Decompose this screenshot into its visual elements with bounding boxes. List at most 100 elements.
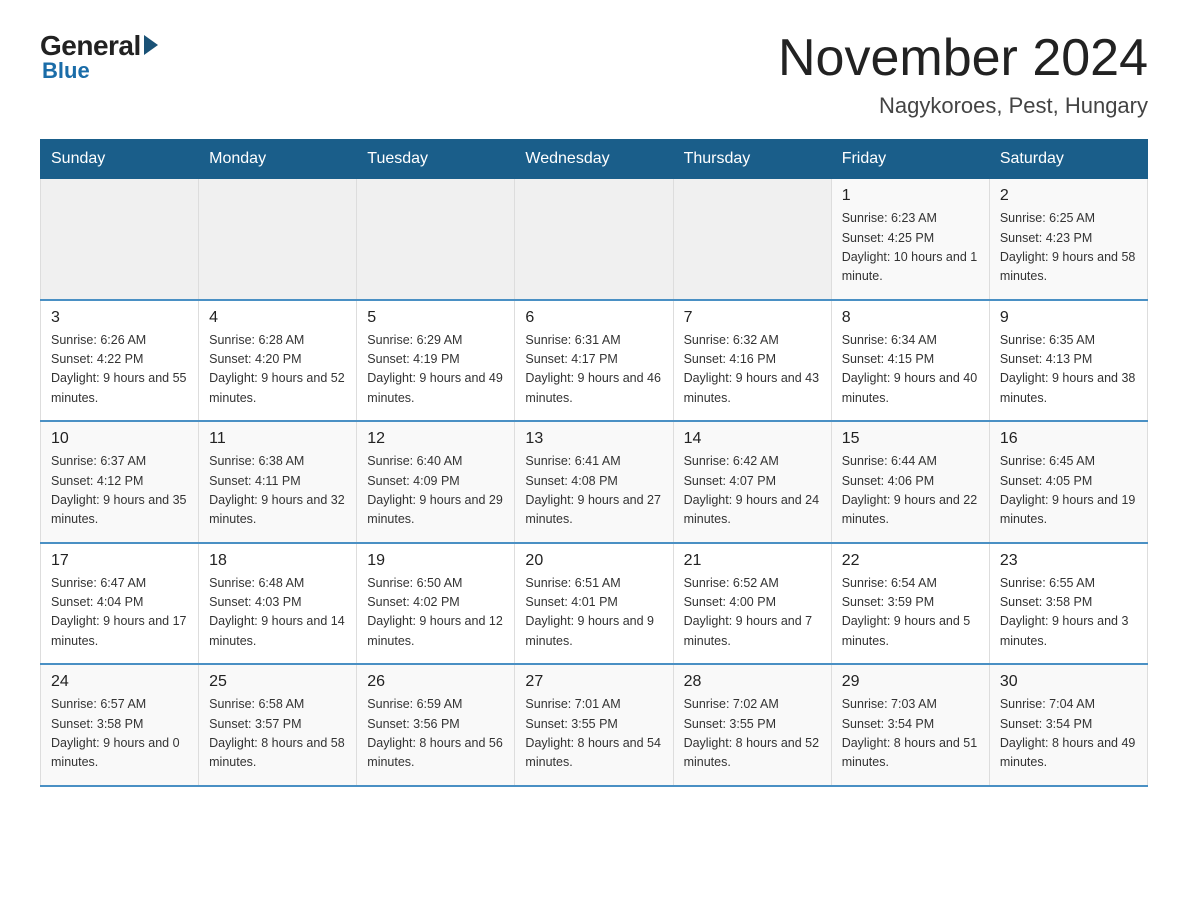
calendar-week-row: 3 Sunrise: 6:26 AMSunset: 4:22 PMDaylight…	[41, 300, 1148, 422]
day-number: 11	[209, 430, 346, 448]
calendar-day-cell: 1 Sunrise: 6:23 AMSunset: 4:25 PMDaylight…	[831, 179, 989, 300]
calendar-day-cell	[515, 179, 673, 300]
calendar-day-cell: 5 Sunrise: 6:29 AMSunset: 4:19 PMDaylight…	[357, 300, 515, 422]
day-number: 8	[842, 309, 979, 327]
day-info: Sunrise: 6:32 AMSunset: 4:16 PMDaylight:…	[684, 331, 821, 409]
calendar-day-cell: 14 Sunrise: 6:42 AMSunset: 4:07 PMDayligh…	[673, 421, 831, 543]
day-info: Sunrise: 6:25 AMSunset: 4:23 PMDaylight:…	[1000, 209, 1137, 287]
header-thursday: Thursday	[673, 140, 831, 179]
calendar-body: 1 Sunrise: 6:23 AMSunset: 4:25 PMDaylight…	[41, 179, 1148, 786]
calendar-day-cell: 15 Sunrise: 6:44 AMSunset: 4:06 PMDayligh…	[831, 421, 989, 543]
day-info: Sunrise: 6:47 AMSunset: 4:04 PMDaylight:…	[51, 574, 188, 652]
calendar-day-cell: 10Sunrise: 6:37 AMSunset: 4:12 PMDayligh…	[41, 421, 199, 543]
day-info: Sunrise: 6:23 AMSunset: 4:25 PMDaylight:…	[842, 209, 979, 287]
calendar-day-cell: 22 Sunrise: 6:54 AMSunset: 3:59 PMDayligh…	[831, 543, 989, 665]
calendar-day-cell: 2 Sunrise: 6:25 AMSunset: 4:23 PMDaylight…	[989, 179, 1147, 300]
day-info: Sunrise: 6:26 AMSunset: 4:22 PMDaylight:…	[51, 331, 188, 409]
logo-blue-text: Blue	[42, 58, 90, 84]
day-info: Sunrise: 6:52 AMSunset: 4:00 PMDaylight:…	[684, 574, 821, 652]
calendar-day-cell: 23 Sunrise: 6:55 AMSunset: 3:58 PMDayligh…	[989, 543, 1147, 665]
calendar-day-cell: 6 Sunrise: 6:31 AMSunset: 4:17 PMDaylight…	[515, 300, 673, 422]
calendar-day-cell: 25Sunrise: 6:58 AMSunset: 3:57 PMDayligh…	[199, 664, 357, 786]
day-number: 14	[684, 430, 821, 448]
header-tuesday: Tuesday	[357, 140, 515, 179]
calendar-day-cell: 19Sunrise: 6:50 AMSunset: 4:02 PMDayligh…	[357, 543, 515, 665]
header-friday: Friday	[831, 140, 989, 179]
day-info: Sunrise: 7:03 AMSunset: 3:54 PMDaylight:…	[842, 695, 979, 773]
day-number: 23	[1000, 552, 1137, 570]
day-number: 21	[684, 552, 821, 570]
day-info: Sunrise: 6:55 AMSunset: 3:58 PMDaylight:…	[1000, 574, 1137, 652]
month-title: November 2024	[778, 30, 1148, 87]
calendar-week-row: 17 Sunrise: 6:47 AMSunset: 4:04 PMDayligh…	[41, 543, 1148, 665]
day-number: 29	[842, 673, 979, 691]
day-info: Sunrise: 6:44 AMSunset: 4:06 PMDaylight:…	[842, 452, 979, 530]
calendar-day-cell	[673, 179, 831, 300]
day-info: Sunrise: 6:45 AMSunset: 4:05 PMDaylight:…	[1000, 452, 1137, 530]
day-number: 9	[1000, 309, 1137, 327]
day-info: Sunrise: 6:59 AMSunset: 3:56 PMDaylight:…	[367, 695, 504, 773]
calendar-table: Sunday Monday Tuesday Wednesday Thursday…	[40, 139, 1148, 787]
calendar-day-cell	[41, 179, 199, 300]
weekday-header-row: Sunday Monday Tuesday Wednesday Thursday…	[41, 140, 1148, 179]
page-header: General Blue November 2024 Nagykoroes, P…	[40, 30, 1148, 119]
calendar-day-cell: 20 Sunrise: 6:51 AMSunset: 4:01 PMDayligh…	[515, 543, 673, 665]
day-info: Sunrise: 6:31 AMSunset: 4:17 PMDaylight:…	[525, 331, 662, 409]
day-info: Sunrise: 6:48 AMSunset: 4:03 PMDaylight:…	[209, 574, 346, 652]
day-number: 10	[51, 430, 188, 448]
day-number: 18	[209, 552, 346, 570]
header-monday: Monday	[199, 140, 357, 179]
calendar-day-cell: 30 Sunrise: 7:04 AMSunset: 3:54 PMDayligh…	[989, 664, 1147, 786]
calendar-day-cell: 16Sunrise: 6:45 AMSunset: 4:05 PMDayligh…	[989, 421, 1147, 543]
day-number: 1	[842, 187, 979, 205]
calendar-header: Sunday Monday Tuesday Wednesday Thursday…	[41, 140, 1148, 179]
day-info: Sunrise: 6:42 AMSunset: 4:07 PMDaylight:…	[684, 452, 821, 530]
logo-triangle-icon	[144, 35, 158, 55]
calendar-day-cell: 3 Sunrise: 6:26 AMSunset: 4:22 PMDaylight…	[41, 300, 199, 422]
calendar-day-cell: 21 Sunrise: 6:52 AMSunset: 4:00 PMDayligh…	[673, 543, 831, 665]
calendar-day-cell: 7Sunrise: 6:32 AMSunset: 4:16 PMDaylight…	[673, 300, 831, 422]
day-info: Sunrise: 6:38 AMSunset: 4:11 PMDaylight:…	[209, 452, 346, 530]
calendar-day-cell: 8 Sunrise: 6:34 AMSunset: 4:15 PMDaylight…	[831, 300, 989, 422]
calendar-day-cell: 26Sunrise: 6:59 AMSunset: 3:56 PMDayligh…	[357, 664, 515, 786]
day-info: Sunrise: 7:01 AMSunset: 3:55 PMDaylight:…	[525, 695, 662, 773]
day-number: 28	[684, 673, 821, 691]
day-number: 30	[1000, 673, 1137, 691]
header-sunday: Sunday	[41, 140, 199, 179]
day-number: 6	[525, 309, 662, 327]
day-info: Sunrise: 6:54 AMSunset: 3:59 PMDaylight:…	[842, 574, 979, 652]
day-number: 22	[842, 552, 979, 570]
header-saturday: Saturday	[989, 140, 1147, 179]
day-info: Sunrise: 6:34 AMSunset: 4:15 PMDaylight:…	[842, 331, 979, 409]
day-number: 17	[51, 552, 188, 570]
day-number: 2	[1000, 187, 1137, 205]
calendar-day-cell: 17 Sunrise: 6:47 AMSunset: 4:04 PMDayligh…	[41, 543, 199, 665]
calendar-day-cell: 18 Sunrise: 6:48 AMSunset: 4:03 PMDayligh…	[199, 543, 357, 665]
day-number: 5	[367, 309, 504, 327]
day-info: Sunrise: 6:51 AMSunset: 4:01 PMDaylight:…	[525, 574, 662, 652]
day-info: Sunrise: 6:28 AMSunset: 4:20 PMDaylight:…	[209, 331, 346, 409]
day-info: Sunrise: 6:41 AMSunset: 4:08 PMDaylight:…	[525, 452, 662, 530]
day-info: Sunrise: 6:50 AMSunset: 4:02 PMDaylight:…	[367, 574, 504, 652]
calendar-day-cell: 12Sunrise: 6:40 AMSunset: 4:09 PMDayligh…	[357, 421, 515, 543]
day-info: Sunrise: 6:35 AMSunset: 4:13 PMDaylight:…	[1000, 331, 1137, 409]
day-number: 15	[842, 430, 979, 448]
header-wednesday: Wednesday	[515, 140, 673, 179]
day-info: Sunrise: 6:29 AMSunset: 4:19 PMDaylight:…	[367, 331, 504, 409]
day-number: 27	[525, 673, 662, 691]
day-info: Sunrise: 7:04 AMSunset: 3:54 PMDaylight:…	[1000, 695, 1137, 773]
day-number: 20	[525, 552, 662, 570]
day-info: Sunrise: 6:57 AMSunset: 3:58 PMDaylight:…	[51, 695, 188, 773]
calendar-day-cell: 13Sunrise: 6:41 AMSunset: 4:08 PMDayligh…	[515, 421, 673, 543]
day-number: 3	[51, 309, 188, 327]
logo: General Blue	[40, 30, 158, 84]
calendar-day-cell: 27 Sunrise: 7:01 AMSunset: 3:55 PMDayligh…	[515, 664, 673, 786]
calendar-day-cell: 24 Sunrise: 6:57 AMSunset: 3:58 PMDayligh…	[41, 664, 199, 786]
calendar-day-cell: 9 Sunrise: 6:35 AMSunset: 4:13 PMDaylight…	[989, 300, 1147, 422]
calendar-day-cell	[199, 179, 357, 300]
calendar-day-cell: 11 Sunrise: 6:38 AMSunset: 4:11 PMDayligh…	[199, 421, 357, 543]
day-number: 24	[51, 673, 188, 691]
calendar-week-row: 10Sunrise: 6:37 AMSunset: 4:12 PMDayligh…	[41, 421, 1148, 543]
day-number: 4	[209, 309, 346, 327]
calendar-day-cell: 4 Sunrise: 6:28 AMSunset: 4:20 PMDaylight…	[199, 300, 357, 422]
